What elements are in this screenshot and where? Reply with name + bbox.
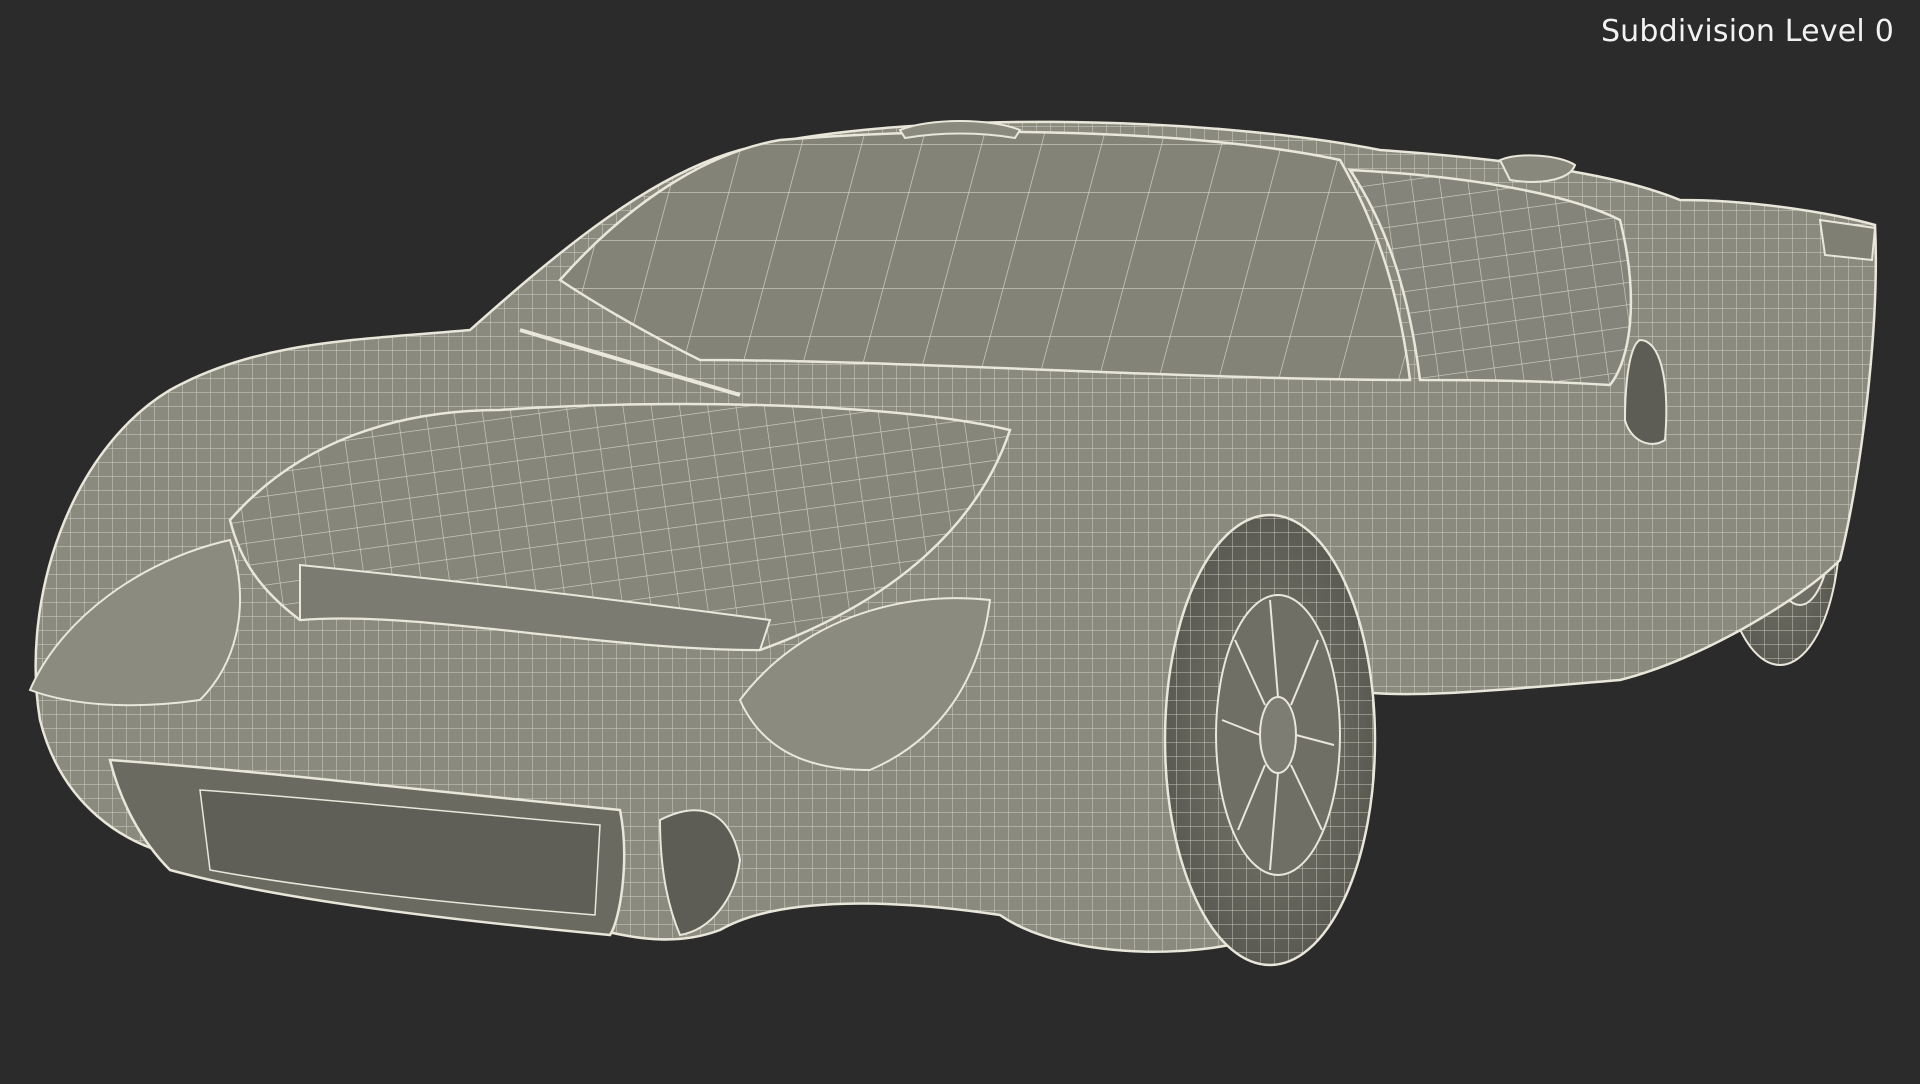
front-wheel [1163, 513, 1377, 967]
subdivision-level-label: Subdivision Level 0 [1600, 14, 1894, 49]
rear-spoiler [1818, 218, 1877, 262]
3d-viewport[interactable]: Subdivision Level 0 [0, 0, 1920, 1080]
car-wireframe-render [28, 120, 1878, 967]
